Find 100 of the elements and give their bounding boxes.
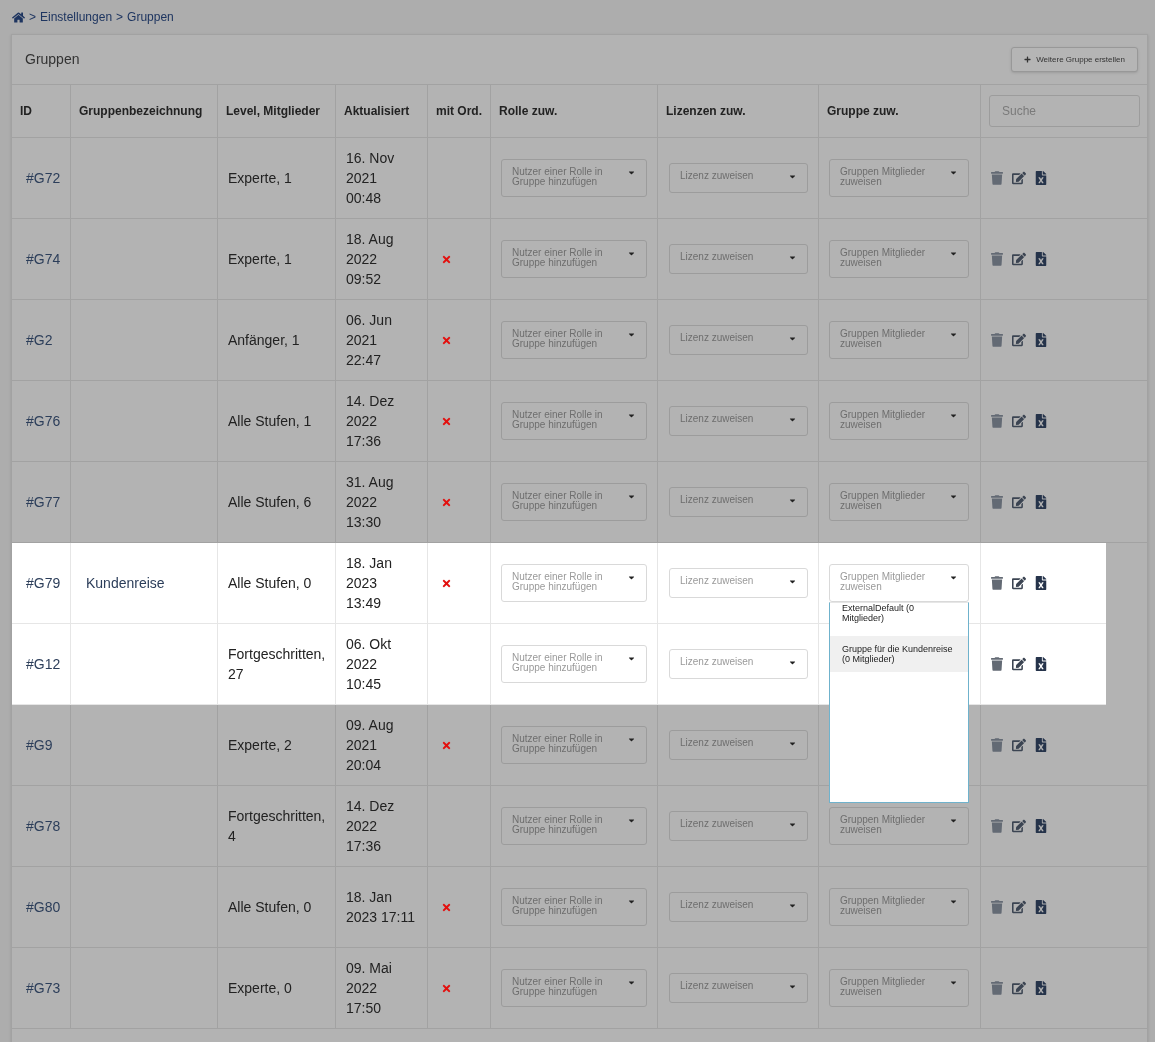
license-select[interactable]: Lizenz zuweisen <box>669 406 808 436</box>
search-field[interactable]: Suche <box>989 95 1140 127</box>
dropdown-option[interactable]: ExternalDefault (0 Mitglieder) <box>830 603 968 636</box>
caret-icon <box>949 249 958 258</box>
group-id-link[interactable]: #G2 <box>26 329 53 351</box>
spreadsheet-icon[interactable] <box>1035 414 1047 428</box>
trash-icon[interactable] <box>991 900 1003 914</box>
group-id-link[interactable]: #G80 <box>26 896 61 918</box>
group-select[interactable]: Gruppen Mitglieder zuweisen <box>829 240 969 278</box>
caret-icon <box>788 901 797 910</box>
group-id-link[interactable]: #G79 <box>26 572 61 594</box>
group-id-link[interactable]: #G76 <box>26 410 61 432</box>
trash-icon[interactable] <box>991 981 1003 995</box>
group-select[interactable]: Gruppen Mitglieder zuweisen <box>829 969 969 1007</box>
caret-icon <box>627 816 636 825</box>
spreadsheet-icon[interactable] <box>1035 252 1047 266</box>
group-id-link[interactable]: #G78 <box>26 815 61 837</box>
role-select[interactable]: Nutzer einer Rolle in Gruppe hinzufügen <box>501 888 647 926</box>
group-id-link[interactable]: #G72 <box>26 167 61 189</box>
spreadsheet-icon[interactable] <box>1035 333 1047 347</box>
group-id-link[interactable]: #G9 <box>26 734 53 756</box>
license-select[interactable]: Lizenz zuweisen <box>669 244 808 274</box>
trash-icon[interactable] <box>991 819 1003 833</box>
license-select[interactable]: Lizenz zuweisen <box>669 973 808 1003</box>
trash-icon[interactable] <box>991 414 1003 428</box>
spreadsheet-icon[interactable] <box>1035 819 1047 833</box>
edit-icon[interactable] <box>1012 333 1026 347</box>
spreadsheet-icon[interactable] <box>1035 171 1047 185</box>
license-select[interactable]: Lizenz zuweisen <box>669 730 808 760</box>
breadcrumb-link[interactable]: Gruppen <box>127 8 174 26</box>
trash-icon[interactable] <box>991 171 1003 185</box>
edit-icon[interactable] <box>1012 495 1026 509</box>
trash-icon[interactable] <box>991 738 1003 752</box>
license-select[interactable]: Lizenz zuweisen <box>669 649 808 679</box>
group-select[interactable]: Gruppen Mitglieder zuweisen <box>829 888 969 926</box>
group-name-link[interactable]: Kundenreise <box>86 572 165 594</box>
role-select[interactable]: Nutzer einer Rolle in Gruppe hinzufügen <box>501 969 647 1007</box>
group-id-link[interactable]: #G74 <box>26 248 61 270</box>
caret-icon <box>788 982 797 991</box>
edit-icon[interactable] <box>1012 900 1026 914</box>
caret-icon <box>627 978 636 987</box>
group-select[interactable]: Gruppen Mitglieder zuweisen <box>829 564 969 602</box>
group-id-link[interactable]: #G73 <box>26 977 61 999</box>
trash-icon[interactable] <box>991 657 1003 671</box>
updated-date: 18. Jan 2023 13:49 <box>346 554 392 613</box>
group-id-link[interactable]: #G12 <box>26 653 61 675</box>
spreadsheet-icon[interactable] <box>1035 738 1047 752</box>
edit-icon[interactable] <box>1012 657 1026 671</box>
create-group-button[interactable]: Weitere Gruppe erstellen <box>1011 47 1138 72</box>
edit-icon[interactable] <box>1012 738 1026 752</box>
role-select[interactable]: Nutzer einer Rolle in Gruppe hinzufügen <box>501 402 647 440</box>
trash-icon[interactable] <box>991 576 1003 590</box>
edit-icon[interactable] <box>1012 981 1026 995</box>
spreadsheet-icon[interactable] <box>1035 981 1047 995</box>
breadcrumb-link[interactable]: Einstellungen <box>40 8 113 26</box>
edit-icon[interactable] <box>1012 414 1026 428</box>
role-select[interactable]: Nutzer einer Rolle in Gruppe hinzufügen <box>501 240 647 278</box>
role-select[interactable]: Nutzer einer Rolle in Gruppe hinzufügen <box>501 483 647 521</box>
spreadsheet-icon[interactable] <box>1035 576 1047 590</box>
updated-date: 31. Aug 2022 13:30 <box>346 473 394 532</box>
group-select[interactable]: Gruppen Mitglieder zuweisen <box>829 807 969 845</box>
edit-icon[interactable] <box>1012 576 1026 590</box>
spreadsheet-icon[interactable] <box>1035 657 1047 671</box>
trash-icon[interactable] <box>991 333 1003 347</box>
role-select[interactable]: Nutzer einer Rolle in Gruppe hinzufügen <box>501 807 647 845</box>
group-select[interactable]: Gruppen Mitglieder zuweisen <box>829 483 969 521</box>
license-select[interactable]: Lizenz zuweisen <box>669 568 808 598</box>
spreadsheet-icon[interactable] <box>1035 495 1047 509</box>
spreadsheet-icon[interactable] <box>1035 900 1047 914</box>
level-text: Alle Stufen, 6 <box>228 493 312 512</box>
trash-icon[interactable] <box>991 252 1003 266</box>
edit-icon[interactable] <box>1012 171 1026 185</box>
license-select[interactable]: Lizenz zuweisen <box>669 811 808 841</box>
dropdown-option[interactable]: Gruppe für die Kundenreise (0 Mitglieder) <box>830 636 968 672</box>
column-header: Level, Mitglieder <box>226 103 321 120</box>
caret-icon <box>627 897 636 906</box>
edit-icon[interactable] <box>1012 252 1026 266</box>
role-select[interactable]: Nutzer einer Rolle in Gruppe hinzufügen <box>501 159 647 197</box>
license-select[interactable]: Lizenz zuweisen <box>669 892 808 922</box>
role-select[interactable]: Nutzer einer Rolle in Gruppe hinzufügen <box>501 645 647 683</box>
group-select[interactable]: Gruppen Mitglieder zuweisen <box>829 402 969 440</box>
level-text: Fortgeschritten, 4 <box>228 807 326 846</box>
caret-icon <box>788 415 797 424</box>
role-select[interactable]: Nutzer einer Rolle in Gruppe hinzufügen <box>501 321 647 359</box>
trash-icon[interactable] <box>991 495 1003 509</box>
group-select[interactable]: Gruppen Mitglieder zuweisen <box>829 159 969 197</box>
home-icon[interactable] <box>12 10 25 24</box>
caret-icon <box>949 492 958 501</box>
edit-icon[interactable] <box>1012 819 1026 833</box>
column-header: ID <box>20 103 32 120</box>
group-id-link[interactable]: #G77 <box>26 491 61 513</box>
license-select[interactable]: Lizenz zuweisen <box>669 487 808 517</box>
license-select[interactable]: Lizenz zuweisen <box>669 163 808 193</box>
column-header: Gruppenbezeichnung <box>79 103 203 120</box>
license-select[interactable]: Lizenz zuweisen <box>669 325 808 355</box>
level-text: Anfänger, 1 <box>228 331 300 350</box>
role-select[interactable]: Nutzer einer Rolle in Gruppe hinzufügen <box>501 564 647 602</box>
group-select[interactable]: Gruppen Mitglieder zuweisen <box>829 321 969 359</box>
level-text: Experte, 2 <box>228 736 292 755</box>
role-select[interactable]: Nutzer einer Rolle in Gruppe hinzufügen <box>501 726 647 764</box>
